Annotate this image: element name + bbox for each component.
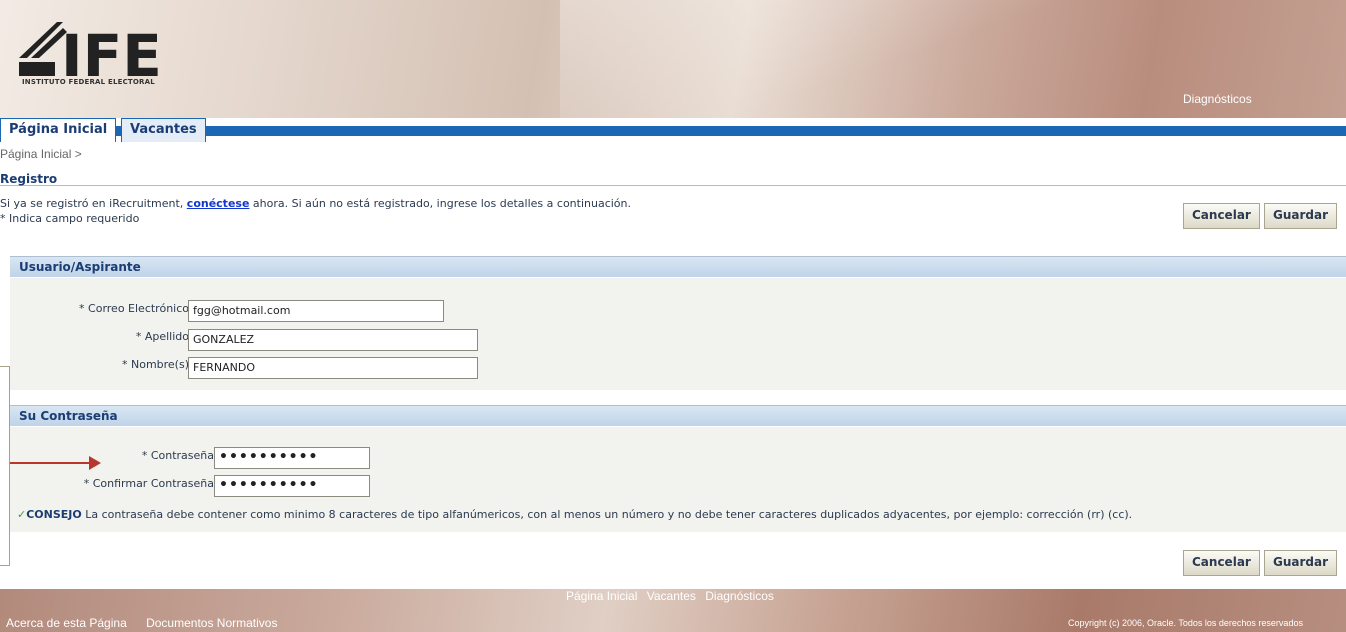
- confirm-password-field[interactable]: ••••••••••: [214, 475, 370, 497]
- footer-left-links: Acerca de esta Página Documentos Normati…: [6, 616, 293, 630]
- firstname-label: * Nombre(s): [121, 358, 189, 371]
- section-user-header: Usuario/Aspirante: [10, 256, 1346, 277]
- password-label: * Contraseña: [141, 449, 214, 462]
- login-link[interactable]: conéctese: [187, 197, 250, 210]
- annotation-arrow-line: [10, 462, 90, 464]
- required-note: * Indica campo requerido: [0, 212, 140, 225]
- save-button-bottom[interactable]: Guardar: [1264, 550, 1338, 576]
- header-diagnostics-link[interactable]: Diagnósticos: [1183, 92, 1252, 106]
- page-title: Registro: [0, 172, 58, 186]
- section-password-header: Su Contraseña: [10, 405, 1346, 426]
- section-user-body: * Correo Electrónico fgg@hotmail.com * A…: [10, 278, 1346, 390]
- footer-link-diagnostics[interactable]: Diagnósticos: [705, 589, 774, 603]
- annotation-arrow-icon: [89, 456, 101, 470]
- intro-after: ahora. Si aún no está registrado, ingres…: [249, 197, 632, 210]
- firstname-field[interactable]: FERNANDO: [188, 357, 478, 379]
- title-underline: [0, 166, 1346, 186]
- lastname-label: * Apellido: [135, 330, 189, 343]
- header-banner: IFE INSTITUTO FEDERAL ELECTORAL Diagnóst…: [0, 0, 1346, 118]
- footer-link-about[interactable]: Acerca de esta Página: [6, 616, 127, 630]
- footer-link-home[interactable]: Página Inicial: [566, 589, 637, 603]
- intro-before: Si ya se registró en iRecruitment,: [0, 197, 187, 210]
- cancel-button-top[interactable]: Cancelar: [1183, 203, 1260, 229]
- banner-decoration: [560, 0, 1080, 118]
- tip-label: CONSEJO: [26, 508, 82, 521]
- annotation-callout-box: [0, 366, 10, 566]
- check-icon: ✓: [17, 508, 27, 521]
- password-tip: ✓CONSEJO La contraseña debe contener com…: [17, 508, 1132, 521]
- footer: Página Inicial Vacantes Diagnósticos Ace…: [0, 589, 1346, 632]
- email-field[interactable]: fgg@hotmail.com: [188, 300, 444, 322]
- footer-link-vacancies[interactable]: Vacantes: [647, 589, 696, 603]
- intro-line: Si ya se registró en iRecruitment, conéc…: [0, 196, 631, 211]
- confirm-password-label: * Confirmar Contraseña: [83, 477, 214, 490]
- cancel-button-bottom[interactable]: Cancelar: [1183, 550, 1260, 576]
- org-name: INSTITUTO FEDERAL ELECTORAL: [22, 78, 155, 86]
- footer-link-documents[interactable]: Documentos Normativos: [146, 616, 277, 630]
- copyright: Copyright (c) 2006, Oracle. Todos los de…: [1068, 618, 1303, 628]
- tab-bar: Página Inicial Vacantes: [0, 118, 1346, 142]
- tab-vacancies[interactable]: Vacantes: [121, 118, 206, 142]
- email-label: * Correo Electrónico: [79, 302, 189, 315]
- intro-text: Si ya se registró en iRecruitment, conéc…: [0, 196, 631, 226]
- lastname-field[interactable]: GONZALEZ: [188, 329, 478, 351]
- save-button-top[interactable]: Guardar: [1264, 203, 1338, 229]
- breadcrumb[interactable]: Página Inicial >: [0, 147, 82, 161]
- footer-center-links: Página Inicial Vacantes Diagnósticos: [566, 589, 780, 603]
- tip-text: La contraseña debe contener como minimo …: [81, 508, 1133, 521]
- tab-home[interactable]: Página Inicial: [0, 118, 117, 142]
- password-field[interactable]: ••••••••••: [214, 447, 370, 469]
